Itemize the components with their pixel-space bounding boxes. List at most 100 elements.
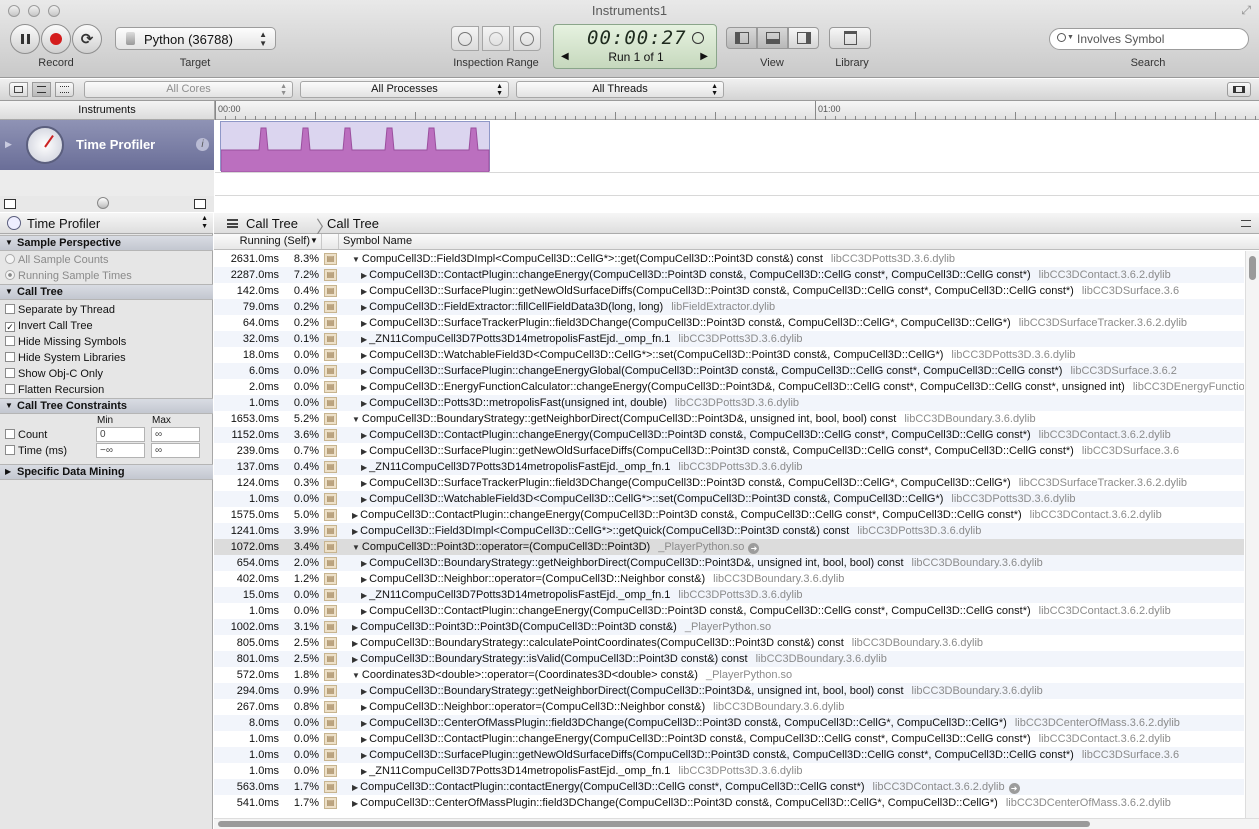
checkbox-invert-call-tree[interactable]: ✓ Invert Call Tree [5,319,93,333]
fullscreen-icon[interactable]: ⤢ [1241,3,1251,18]
table-row[interactable]: 79.0ms 0.2% ▤ ▶ CompuCell3D::FieldExtractor:… [214,299,1244,315]
checkbox-hide-system-libraries[interactable]: Hide System Libraries [5,351,126,365]
disclosure-triangle-icon[interactable]: ▶ [361,367,367,376]
disclosure-triangle-icon[interactable]: ▶ [361,735,367,744]
info-icon[interactable]: i [196,138,209,151]
timeline-ruler[interactable]: 00:00 01:00 [214,101,1259,120]
disclosure-triangle-icon[interactable]: ▶ [361,575,367,584]
disclosure-triangle-icon[interactable]: ▼ [352,671,360,680]
table-row[interactable]: 8.0ms 0.0% ▤ ▶ CompuCell3D::CenterOfMassPlug… [214,715,1244,731]
pause-button[interactable] [10,24,40,54]
view-extended-toggle[interactable] [788,27,819,49]
table-row[interactable]: 18.0ms 0.0% ▤ ▶ CompuCell3D::WatchableField3… [214,347,1244,363]
track-start-marker-icon[interactable] [4,199,16,209]
table-row[interactable]: 1653.0ms 5.2% ▤ ▼ CompuCell3D::BoundaryStrat… [214,411,1244,427]
table-row[interactable]: 563.0ms 1.7% ▤ ▶ CompuCell3D::ContactPlugin:… [214,779,1244,795]
table-row[interactable]: 2287.0ms 7.2% ▤ ▶ CompuCell3D::ContactPlugin… [214,267,1244,283]
checkbox-time-constraint[interactable]: Time (ms) [5,444,67,458]
disclosure-triangle-icon[interactable]: ▶ [352,799,358,808]
column-symbol-name[interactable]: Symbol Name [343,235,412,247]
table-row[interactable]: 32.0ms 0.1% ▤ ▶ _ZN11CompuCell3D7Potts3D14me… [214,331,1244,347]
table-row[interactable]: 1152.0ms 3.6% ▤ ▶ CompuCell3D::ContactPlugin… [214,427,1244,443]
disclosure-triangle-icon[interactable]: ▶ [361,591,367,600]
view-detail-toggle[interactable] [757,27,788,49]
outline-view-button[interactable] [55,82,74,97]
table-row[interactable]: 541.0ms 1.7% ▤ ▶ CompuCell3D::CenterOfMassPl… [214,795,1244,811]
record-button[interactable] [41,24,71,54]
time-profiler-track[interactable] [215,120,1259,196]
breadcrumb-item[interactable]: Call Tree [327,216,379,231]
scroll-thumb[interactable] [1249,256,1256,280]
instrument-row-time-profiler[interactable]: ▶ Time Profiler i [0,120,214,170]
cores-popup[interactable]: All Cores ▲ ▼ [84,81,293,98]
disclosure-triangle-icon[interactable]: ▼ [352,415,360,424]
table-row[interactable]: 137.0ms 0.4% ▤ ▶ _ZN11CompuCell3D7Potts3D14m… [214,459,1244,475]
library-button[interactable] [829,27,871,49]
restart-button[interactable]: ⟳ [72,24,102,54]
disclosure-triangle-icon[interactable]: ▶ [361,703,367,712]
disclosure-triangle-icon[interactable]: ▶ [361,319,367,328]
disclosure-triangle-icon[interactable]: ▶ [352,511,358,520]
processes-popup[interactable]: All Processes ▲ ▼ [300,81,509,98]
count-max-field[interactable]: ∞ [151,427,200,442]
table-row[interactable]: 1575.0ms 5.0% ▤ ▶ CompuCell3D::ContactPlugin… [214,507,1244,523]
disclosure-triangle-icon[interactable]: ▶ [352,639,358,648]
table-row[interactable]: 1.0ms 0.0% ▤ ▶ CompuCell3D::ContactPlugin::c… [214,731,1244,747]
table-row[interactable]: 1.0ms 0.0% ▤ ▶ CompuCell3D::WatchableField3D… [214,491,1244,507]
disclosure-triangle-icon[interactable]: ▶ [361,687,367,696]
go-arrow-icon[interactable]: ➜ [1008,783,1020,794]
table-row[interactable]: 801.0ms 2.5% ▤ ▶ CompuCell3D::BoundaryStrate… [214,651,1244,667]
horizontal-scrollbar[interactable] [214,818,1259,829]
inspection-start-button[interactable] [451,26,479,51]
table-row[interactable]: 294.0ms 0.9% ▤ ▶ CompuCell3D::BoundaryStrate… [214,683,1244,699]
table-row[interactable]: 1002.0ms 3.1% ▤ ▶ CompuCell3D::Point3D::Poin… [214,619,1244,635]
disclosure-triangle-icon[interactable]: ▶ [361,559,367,568]
count-min-field[interactable]: 0 [96,427,145,442]
menu-lines-icon[interactable] [1241,220,1251,227]
table-row[interactable]: 654.0ms 2.0% ▤ ▶ CompuCell3D::BoundaryStrate… [214,555,1244,571]
go-arrow-icon[interactable]: ➜ [748,543,760,554]
time-max-field[interactable]: ∞ [151,443,200,458]
radio-running-sample-times[interactable]: Running Sample Times [5,269,132,283]
table-row[interactable]: 267.0ms 0.8% ▤ ▶ CompuCell3D::Neighbor::oper… [214,699,1244,715]
disclosure-triangle-icon[interactable]: ▶ [361,447,367,456]
disclosure-triangle-icon[interactable]: ▶ [361,335,367,344]
breadcrumb-item[interactable]: Call Tree [246,216,298,231]
checkbox-count-constraint[interactable]: Count [5,428,47,442]
table-row[interactable]: 1.0ms 0.0% ▤ ▶ CompuCell3D::Potts3D::metropo… [214,395,1244,411]
disclosure-triangle-icon[interactable]: ▶ [361,303,367,312]
section-sample-perspective[interactable]: ▼ Sample Perspective [0,235,213,251]
inspection-clear-button[interactable] [482,26,510,51]
list-view-button[interactable] [32,82,51,97]
target-popup[interactable]: Python (36788) ▲ ▼ [115,27,276,50]
disclosure-triangle-icon[interactable]: ▶ [361,607,367,616]
section-call-tree-constraints[interactable]: ▼ Call Tree Constraints [0,398,213,414]
checkbox-flatten-recursion[interactable]: Flatten Recursion [5,383,104,397]
track-zoom-slider[interactable] [97,197,109,209]
disclosure-triangle-icon[interactable]: ▶ [361,271,367,280]
disclosure-triangle-icon[interactable]: ▶ [361,351,367,360]
table-row[interactable]: 15.0ms 0.0% ▤ ▶ _ZN11CompuCell3D7Potts3D14me… [214,587,1244,603]
disclosure-triangle-icon[interactable]: ▶ [5,139,12,150]
section-call-tree[interactable]: ▼ Call Tree [0,284,213,300]
checkbox-hide-missing-symbols[interactable]: Hide Missing Symbols [5,335,126,349]
extended-detail-button[interactable] [1227,82,1251,97]
table-row[interactable]: 1241.0ms 3.9% ▤ ▶ CompuCell3D::Field3DImpl<C… [214,523,1244,539]
disclosure-triangle-icon[interactable]: ▶ [361,479,367,488]
track-view-button[interactable] [9,82,28,97]
checkbox-separate-by-thread[interactable]: Separate by Thread [5,303,115,317]
checkbox-show-objc-only[interactable]: Show Obj-C Only [5,367,103,381]
disclosure-triangle-icon[interactable]: ▶ [361,399,367,408]
disclosure-triangle-icon[interactable]: ▶ [361,287,367,296]
disclosure-triangle-icon[interactable]: ▶ [352,783,358,792]
table-row[interactable]: 805.0ms 2.5% ▤ ▶ CompuCell3D::BoundaryStrate… [214,635,1244,651]
table-row[interactable]: 1.0ms 0.0% ▤ ▶ CompuCell3D::ContactPlugin::c… [214,603,1244,619]
disclosure-triangle-icon[interactable]: ▶ [352,527,358,536]
instrument-selector[interactable]: Time Profiler ▲ ▼ [0,213,213,234]
inspection-end-button[interactable] [513,26,541,51]
disclosure-triangle-icon[interactable]: ▶ [361,431,367,440]
table-row[interactable]: 239.0ms 0.7% ▤ ▶ CompuCell3D::SurfacePlugin:… [214,443,1244,459]
table-row[interactable]: 402.0ms 1.2% ▤ ▶ CompuCell3D::Neighbor::oper… [214,571,1244,587]
threads-popup[interactable]: All Threads ▲ ▼ [516,81,724,98]
table-row[interactable]: 1.0ms 0.0% ▤ ▶ CompuCell3D::SurfacePlugin::g… [214,747,1244,763]
